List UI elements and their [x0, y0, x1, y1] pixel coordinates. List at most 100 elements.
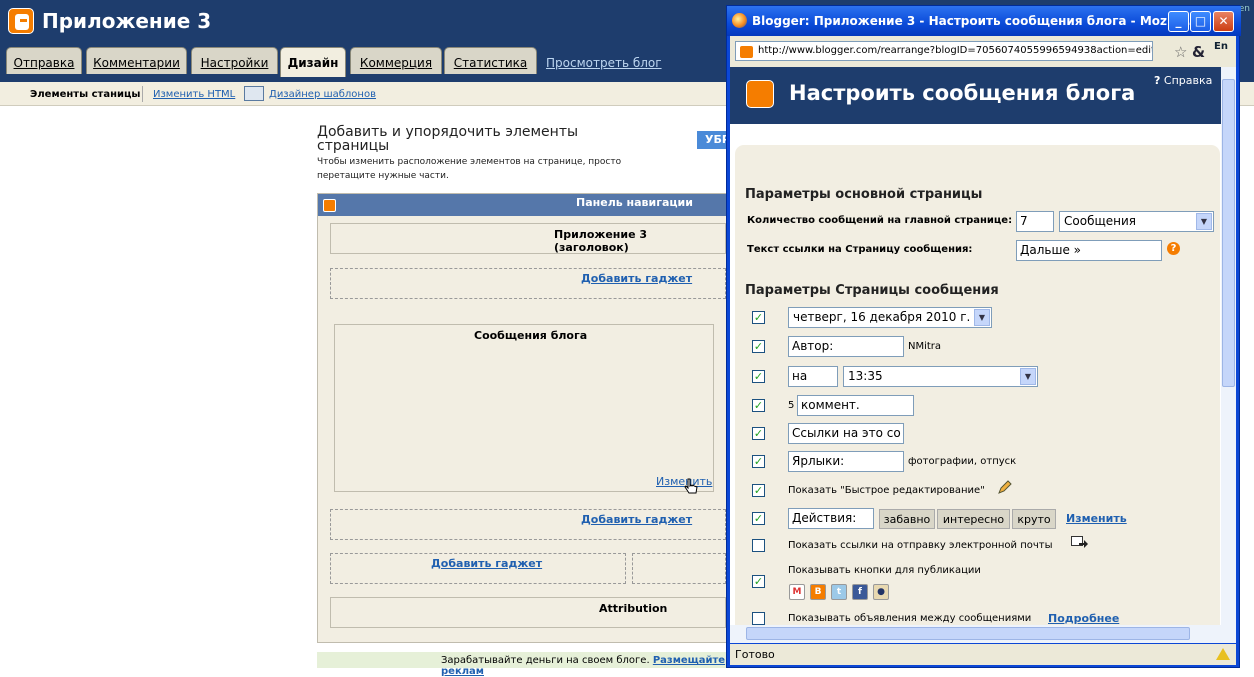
hand-cursor-icon: [684, 478, 698, 494]
quick-edit-checkbox[interactable]: ✓: [752, 484, 765, 497]
page-icon: [740, 46, 753, 58]
divider: [142, 86, 143, 102]
author-label-input[interactable]: Автор:: [788, 336, 904, 357]
comments-label-input[interactable]: коммент.: [797, 395, 914, 416]
subtab-edit-html[interactable]: Изменить HTML: [153, 89, 235, 100]
save-button[interactable]: УБР: [697, 131, 730, 149]
tab-posting[interactable]: Отправка: [6, 47, 82, 74]
email-checkbox[interactable]: ✓: [752, 539, 765, 552]
posts-unit-select[interactable]: Сообщения ▼: [1059, 211, 1214, 232]
attribution-label: Attribution: [599, 602, 668, 615]
attribution-element[interactable]: Attribution: [330, 597, 726, 628]
vertical-scrollbar[interactable]: [1221, 67, 1236, 625]
subtab-page-elements[interactable]: Элементы станицы: [30, 89, 140, 100]
chevron-down-icon: ▼: [1020, 368, 1036, 385]
add-gadget-link[interactable]: Добавить гаджет: [581, 513, 692, 526]
layout-description: Чтобы изменить расположение элементов на…: [317, 157, 622, 181]
blog-posts-element[interactable]: Сообщения блога Изменить: [334, 324, 714, 492]
labels-checkbox[interactable]: ✓: [752, 455, 765, 468]
popup-content: Настроить сообщения блога ? Справка Пара…: [730, 67, 1236, 625]
reaction-interesting-button[interactable]: интересно: [937, 509, 1010, 529]
horizontal-scrollbar[interactable]: [730, 625, 1236, 643]
subtab-template-designer[interactable]: Дизайнер шаблонов: [269, 89, 376, 100]
gadget-slot: Добавить гаджет: [330, 268, 726, 299]
gadget-slot: Добавить гаджет: [330, 509, 726, 540]
add-gadget-link[interactable]: Добавить гаджет: [581, 272, 692, 285]
blogger-logo-icon[interactable]: [8, 8, 34, 34]
reaction-cool-button[interactable]: круто: [1012, 509, 1056, 529]
maximize-button[interactable]: □: [1190, 11, 1211, 32]
blog-title: Приложение 3: [42, 9, 212, 33]
twitter-icon: t: [831, 584, 847, 600]
scroll-thumb[interactable]: [1222, 79, 1235, 387]
facebook-icon: f: [852, 584, 868, 600]
chevron-down-icon: ▼: [974, 309, 990, 326]
popup-heading: Настроить сообщения блога: [789, 81, 1136, 105]
blog-posts-label: Сообщения блога: [474, 329, 588, 342]
url-text: http://www.blogger.com/rearrange?blogID=…: [758, 45, 1153, 56]
monetize-banner: Зарабатывайте деньги на своем блоге. Раз…: [317, 652, 729, 677]
popup-titlebar[interactable]: Blogger: Приложение 3 - Настроить сообще…: [727, 6, 1241, 36]
gmail-icon: M: [789, 584, 805, 600]
page-layout-editor: Панель навигации Приложение 3 (заголовок…: [317, 193, 730, 643]
date-format-select[interactable]: четверг, 16 декабря 2010 г. ▼: [788, 307, 992, 328]
warning-icon[interactable]: [1216, 648, 1230, 660]
date-checkbox[interactable]: ✓: [752, 311, 765, 324]
posts-count-label: Количество сообщений на главной странице…: [747, 215, 1013, 226]
tab-settings[interactable]: Настройки: [191, 47, 278, 74]
add-gadget-link[interactable]: Добавить гаджет: [431, 557, 542, 570]
language-indicator[interactable]: En: [1214, 41, 1228, 52]
blogger-share-icon: B: [810, 584, 826, 600]
tab-stats[interactable]: Статистика: [444, 47, 537, 74]
actions-label-input[interactable]: Действия:: [788, 508, 874, 529]
main-page-section-title: Параметры основной страницы: [745, 187, 983, 202]
labels-value: фотографии, отпуск: [908, 456, 1017, 467]
posts-count-input[interactable]: 7: [1016, 211, 1054, 232]
learn-more-link[interactable]: Подробнее: [1048, 612, 1119, 625]
share-buttons-label: Показывать кнопки для публикации: [788, 565, 981, 576]
settings-panel: Параметры основной страницы Количество с…: [735, 145, 1220, 625]
ads-label: Показывать объявления между сообщениями: [788, 613, 1032, 624]
gadget-slot: [632, 553, 726, 584]
link-text-input[interactable]: Дальше »: [1016, 240, 1162, 261]
header-element-label: Приложение 3 (заголовок): [554, 228, 648, 254]
time-format-select[interactable]: 13:35 ▼: [843, 366, 1038, 387]
actions-checkbox[interactable]: ✓: [752, 512, 765, 525]
time-checkbox[interactable]: ✓: [752, 370, 765, 383]
buzz-icon: ●: [873, 584, 889, 600]
tab-comments[interactable]: Комментарии: [86, 47, 187, 74]
status-bar: Готово: [730, 644, 1236, 665]
author-name: NMitra: [908, 341, 942, 352]
close-button[interactable]: ✕: [1213, 11, 1234, 32]
edit-reactions-link[interactable]: Изменить: [1066, 512, 1127, 525]
tab-monetize[interactable]: Коммерция: [350, 47, 442, 74]
minimize-button[interactable]: _: [1168, 11, 1189, 32]
tab-design[interactable]: Дизайн: [280, 47, 346, 77]
bookmark-star-icon[interactable]: ☆: [1174, 43, 1187, 61]
ads-checkbox[interactable]: ✓: [752, 612, 765, 625]
comments-checkbox[interactable]: ✓: [752, 399, 765, 412]
help-link[interactable]: ? Справка: [1154, 74, 1212, 87]
gadget-slot: Добавить гаджет: [330, 553, 626, 584]
view-blog-link[interactable]: Просмотреть блог: [546, 56, 662, 70]
status-text: Готово: [735, 648, 775, 661]
navbar-element[interactable]: Панель навигации: [318, 194, 730, 216]
addon-icon[interactable]: &: [1192, 43, 1205, 61]
blogger-icon: [323, 199, 336, 212]
share-buttons-checkbox[interactable]: ✓: [752, 575, 765, 588]
chevron-down-icon: ▼: [1196, 213, 1212, 230]
reaction-funny-button[interactable]: забавно: [879, 509, 935, 529]
template-designer-icon[interactable]: [244, 86, 264, 101]
firefox-icon: [732, 13, 747, 28]
author-checkbox[interactable]: ✓: [752, 340, 765, 353]
url-field[interactable]: http://www.blogger.com/rearrange?blogID=…: [735, 41, 1153, 61]
labels-label-input[interactable]: Ярлыки:: [788, 451, 904, 472]
help-icon[interactable]: ?: [1167, 242, 1180, 255]
backlinks-checkbox[interactable]: ✓: [752, 427, 765, 440]
time-label-input[interactable]: на: [788, 366, 838, 387]
backlinks-label-input[interactable]: Ссылки на это со: [788, 423, 904, 444]
navbar-label: Панель навигации: [576, 196, 693, 209]
header-element[interactable]: Приложение 3 (заголовок): [330, 223, 726, 254]
email-label: Показать ссылки на отправку электронной …: [788, 540, 1053, 551]
scroll-thumb[interactable]: [746, 627, 1190, 640]
